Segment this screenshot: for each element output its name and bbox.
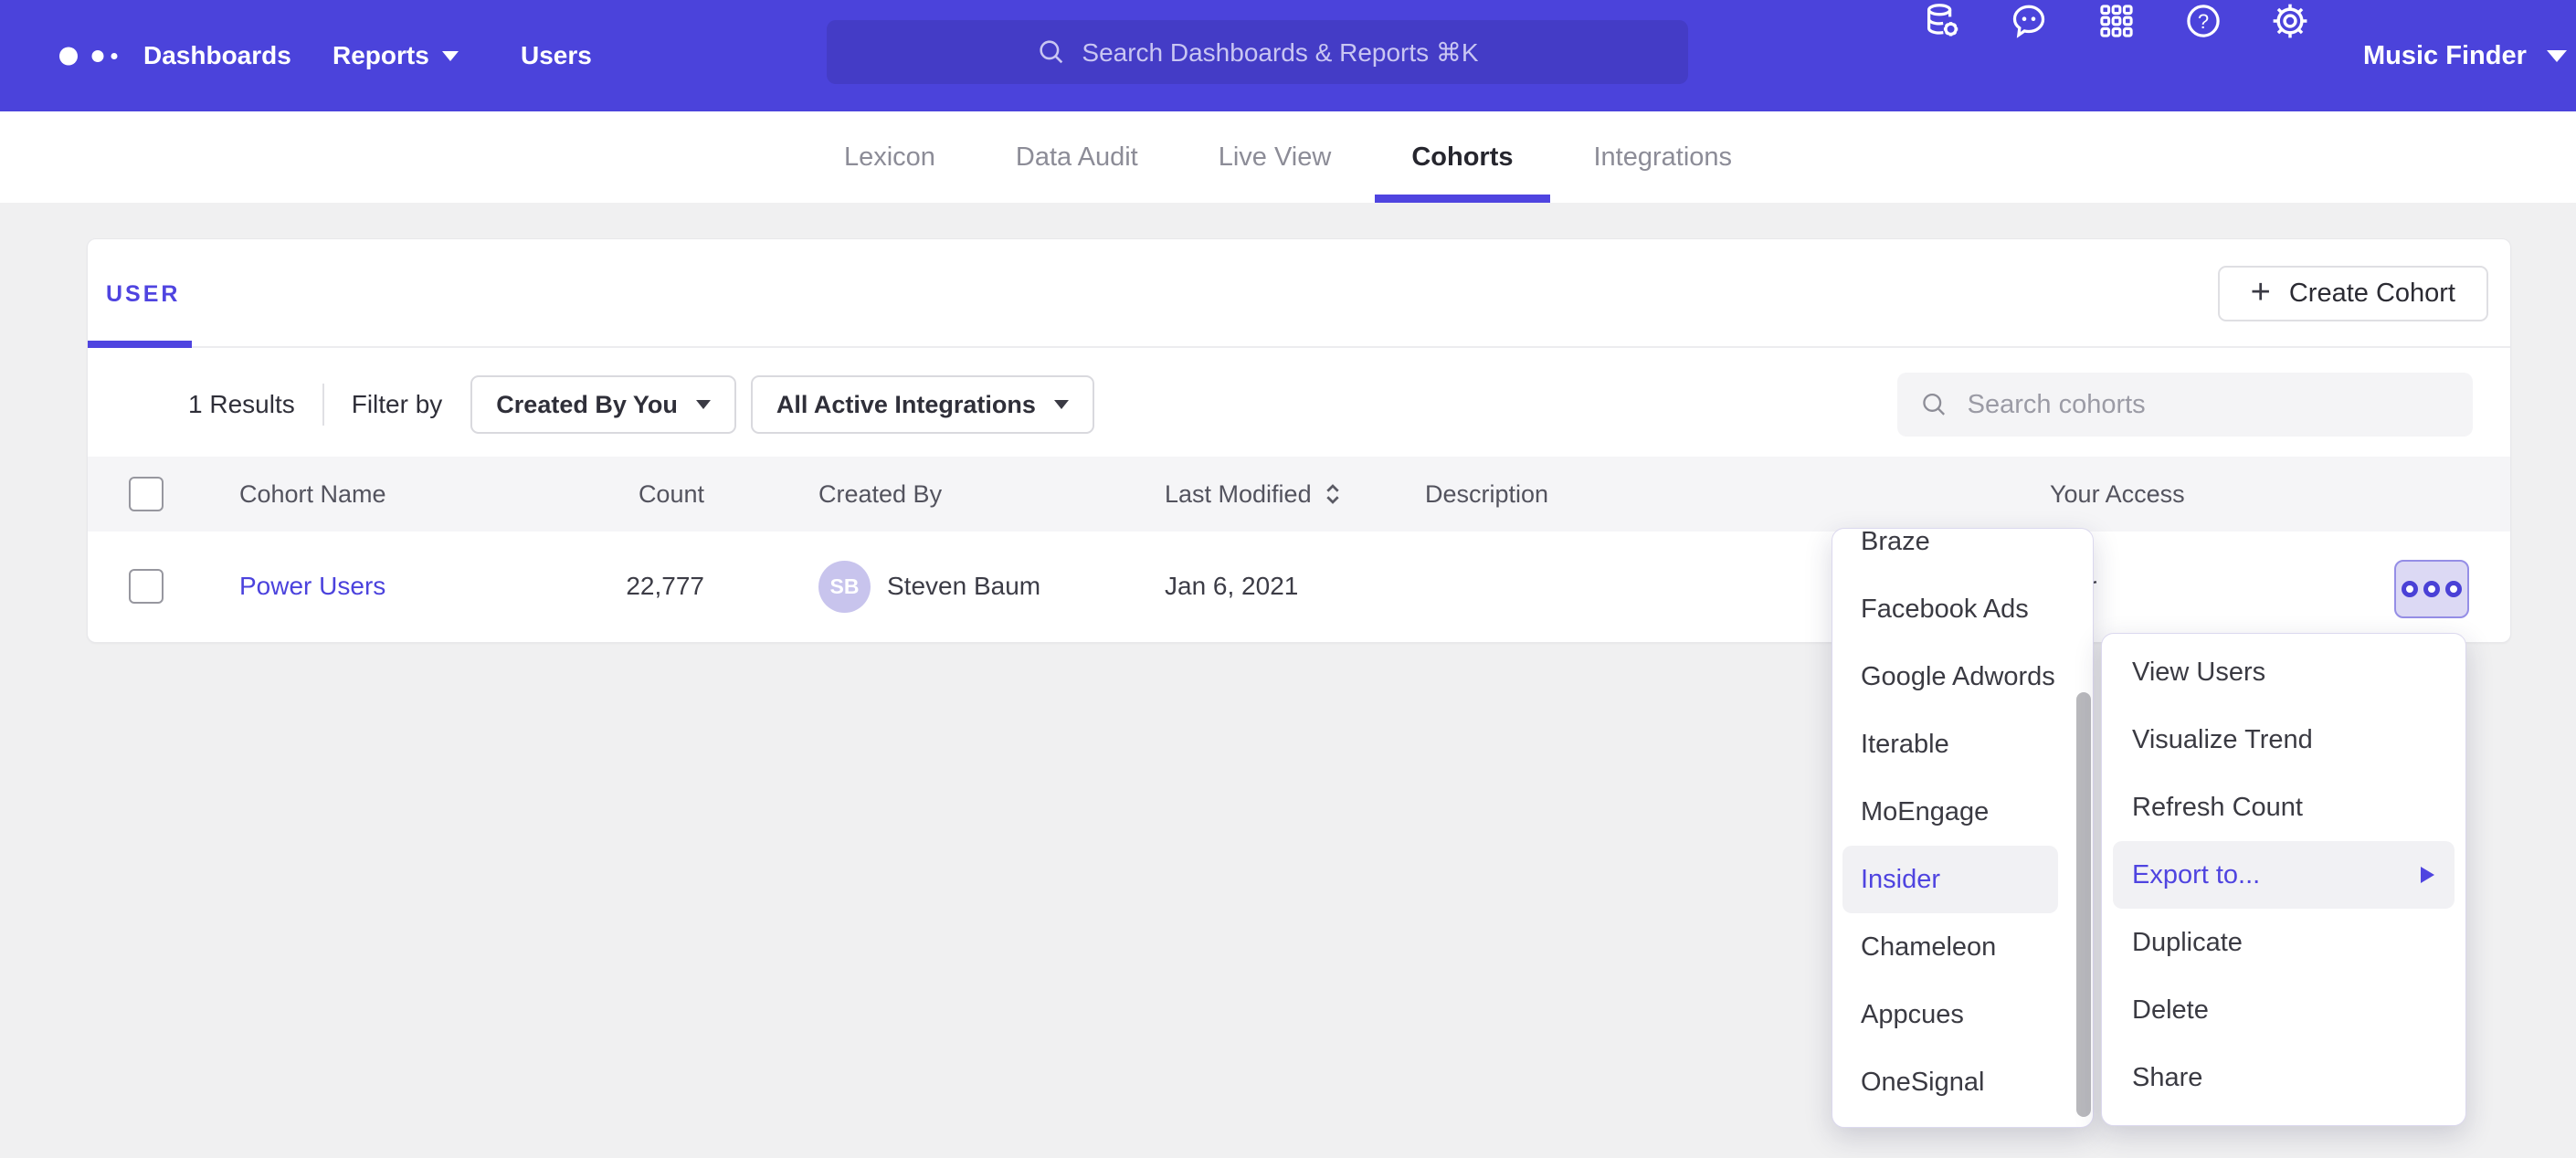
submenu-arrow-icon	[2421, 867, 2434, 883]
nav-dashboards[interactable]: Dashboards	[143, 0, 291, 111]
submenu-item-onesignal[interactable]: OneSignal	[1832, 1048, 2093, 1116]
tab-data-audit[interactable]: Data Audit	[1016, 111, 1138, 203]
feedback-icon[interactable]	[2008, 0, 2050, 42]
create-cohort-button[interactable]: + Create Cohort	[2218, 266, 2488, 321]
menu-item-duplicate[interactable]: Duplicate	[2102, 909, 2465, 976]
nav-users[interactable]: Users	[521, 0, 592, 111]
divider	[322, 384, 324, 426]
cohort-name-link[interactable]: Power Users	[239, 572, 385, 601]
cohort-search-input[interactable]	[1966, 389, 2451, 421]
plus-icon: +	[2251, 275, 2271, 310]
active-tab-underline	[88, 341, 192, 348]
filter-row: 1 Results Filter by Created By You All A…	[188, 375, 1109, 434]
header-last-modified[interactable]: Last Modified	[1165, 457, 1345, 532]
count-cell: 22,777	[544, 532, 704, 641]
global-search-input[interactable]: Search Dashboards & Reports ⌘K	[827, 20, 1688, 84]
project-name: Music Finder	[2363, 41, 2527, 71]
submenu-item-appcues[interactable]: Appcues	[1832, 981, 2093, 1048]
menu-item-export-to[interactable]: Export to...	[2113, 841, 2455, 909]
submenu-scrollbar[interactable]	[2076, 692, 2091, 1117]
chevron-down-icon	[2547, 50, 2567, 62]
last-modified-cell: Jan 6, 2021	[1165, 532, 1298, 641]
menu-item-refresh-count[interactable]: Refresh Count	[2102, 774, 2465, 841]
row-checkbox[interactable]	[129, 569, 164, 604]
created-by-cell: Steven Baum	[887, 532, 1040, 641]
submenu-item-moengage[interactable]: MoEngage	[1832, 778, 2093, 846]
header-description: Description	[1425, 457, 1548, 532]
integrations-filter-dropdown[interactable]: All Active Integrations	[751, 375, 1094, 434]
settings-gear-icon[interactable]	[2269, 0, 2311, 42]
cohort-name-cell: Power Users	[239, 532, 385, 641]
sort-icon[interactable]	[1321, 480, 1345, 508]
search-icon	[1919, 388, 1949, 421]
results-count: 1 Results	[188, 390, 295, 419]
cohort-search-box	[1897, 373, 2473, 437]
filter-by-label: Filter by	[352, 390, 443, 419]
nav-reports[interactable]: Reports	[333, 0, 459, 111]
select-all-checkbox[interactable]	[129, 477, 164, 511]
submenu-item-iterable[interactable]: Iterable	[1832, 711, 2093, 778]
header-created-by: Created By	[818, 457, 942, 532]
section-tabs: Lexicon Data Audit Live View Cohorts Int…	[0, 111, 2576, 203]
menu-item-view-users[interactable]: View Users	[2102, 638, 2465, 706]
created-by-filter-dropdown[interactable]: Created By You	[470, 375, 736, 434]
header-cohort-name: Cohort Name	[239, 457, 386, 532]
submenu-item-insider[interactable]: Insider	[1842, 846, 2058, 913]
chevron-down-icon	[1054, 400, 1069, 409]
cohorts-card: USER + Create Cohort 1 Results Filter by…	[87, 238, 2511, 643]
row-checkbox-cell	[129, 532, 164, 641]
chevron-down-icon	[696, 400, 711, 409]
header-count: Count	[544, 457, 704, 532]
tab-cohorts[interactable]: Cohorts	[1411, 111, 1513, 203]
cohorts-page: Dashboards Reports Users Search Dashboar…	[0, 0, 2576, 1158]
top-navbar: Dashboards Reports Users Search Dashboar…	[0, 0, 2576, 111]
help-icon[interactable]: ?	[2182, 0, 2224, 42]
chevron-down-icon	[442, 51, 459, 61]
cohort-type-tabs: USER + Create Cohort	[88, 239, 2510, 348]
row-context-menu: View Users Visualize Trend Refresh Count…	[2101, 633, 2466, 1126]
table-row[interactable]: Power Users 22,777 SB Steven Baum Jan 6,…	[88, 532, 2510, 641]
mixpanel-logo-icon[interactable]	[59, 47, 123, 66]
tab-lexicon[interactable]: Lexicon	[844, 111, 935, 203]
header-your-access: Your Access	[2050, 457, 2185, 532]
project-selector[interactable]: Music Finder	[2363, 0, 2567, 111]
tab-user-cohorts[interactable]: USER	[106, 281, 180, 308]
ellipsis-icon	[2402, 581, 2418, 597]
tab-live-view[interactable]: Live View	[1219, 111, 1332, 203]
submenu-item-chameleon[interactable]: Chameleon	[1832, 913, 2093, 981]
table-header-row: Cohort Name Count Created By Last Modifi…	[88, 457, 2510, 532]
search-icon	[1036, 37, 1067, 68]
menu-item-visualize-trend[interactable]: Visualize Trend	[2102, 706, 2465, 774]
submenu-item-facebook-ads[interactable]: Facebook Ads	[1832, 575, 2093, 643]
data-management-icon[interactable]	[1921, 0, 1963, 42]
svg-text:?: ?	[2198, 10, 2209, 33]
apps-grid-icon[interactable]	[2096, 0, 2138, 42]
export-submenu: Braze Facebook Ads Google Adwords Iterab…	[1832, 528, 2094, 1128]
select-all-checkbox-cell	[129, 457, 164, 532]
tab-integrations[interactable]: Integrations	[1594, 111, 1733, 203]
avatar: SB	[818, 532, 871, 641]
row-actions-button[interactable]	[2394, 560, 2469, 618]
submenu-item-google-adwords[interactable]: Google Adwords	[1832, 643, 2093, 711]
export-submenu-list: Braze Facebook Ads Google Adwords Iterab…	[1832, 528, 2093, 1116]
submenu-item-braze[interactable]: Braze	[1832, 528, 2093, 575]
global-search-placeholder: Search Dashboards & Reports ⌘K	[1082, 37, 1478, 68]
menu-item-delete[interactable]: Delete	[2102, 976, 2465, 1044]
menu-item-share[interactable]: Share	[2102, 1044, 2465, 1111]
